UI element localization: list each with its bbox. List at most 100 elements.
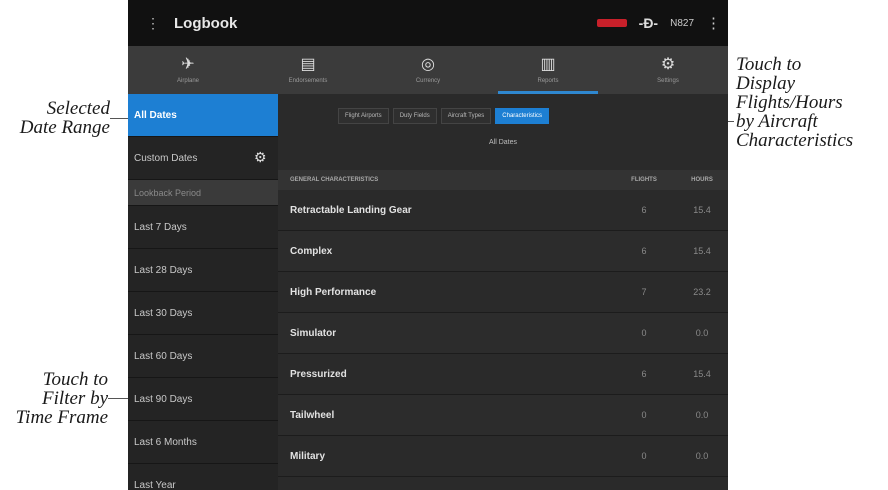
segment-characteristics[interactable]: Characteristics <box>495 108 549 124</box>
column-header-flights: FLIGHTS <box>631 177 657 183</box>
row-flights: 6 <box>641 246 647 256</box>
sidebar-item-label: Last 6 Months <box>134 436 197 448</box>
tab-airplane[interactable]: ✈ Airplane <box>128 46 248 94</box>
row-name: Complex <box>290 245 333 257</box>
sidebar-item-label: Last 90 Days <box>134 393 193 405</box>
leader-line <box>110 118 130 119</box>
row-flights: 0 <box>641 451 647 461</box>
tab-bar: ✈ Airplane ▤ Endorsements ◎ Currency ▥ R… <box>128 46 728 94</box>
leader-line <box>108 398 130 399</box>
report-segment-control: Flight Airports Duty Fields Aircraft Typ… <box>338 108 549 124</box>
row-hours: 15.4 <box>693 205 711 215</box>
tail-number[interactable]: N827 <box>670 18 694 29</box>
table-row[interactable]: Simulator 0 0.0 <box>278 313 728 354</box>
sidebar-item-last-30-days[interactable]: Last 30 Days <box>128 292 278 335</box>
callout-line: Date Range <box>19 117 110 138</box>
callout-selected-date-range: Selected Date Range <box>10 99 110 137</box>
column-header-name: GENERAL CHARACTERISTICS <box>290 177 379 183</box>
sidebar-item-last-7-days[interactable]: Last 7 Days <box>128 206 278 249</box>
table-row[interactable]: Complex 6 15.4 <box>278 231 728 272</box>
row-flights: 7 <box>641 287 647 297</box>
airplane-icon: ✈ <box>181 56 195 73</box>
row-hours: 0.0 <box>695 410 709 420</box>
sidebar-item-label: Last 7 Days <box>134 221 187 233</box>
row-name: Retractable Landing Gear <box>290 204 412 216</box>
top-right-controls: -Ð- N827 ⋮ <box>596 0 721 46</box>
gear-icon: ⚙ <box>660 56 676 73</box>
callout-line: Characteristics <box>736 130 854 151</box>
database-connect-icon[interactable]: -Ð- <box>639 15 658 31</box>
row-hours: 0.0 <box>695 451 709 461</box>
sidebar-item-last-90-days[interactable]: Last 90 Days <box>128 378 278 421</box>
tab-endorsements[interactable]: ▤ Endorsements <box>248 46 368 94</box>
table-row[interactable]: High Performance 7 23.2 <box>278 272 728 313</box>
chart-icon: ▥ <box>540 56 556 73</box>
callout-line: Filter by <box>42 388 108 409</box>
date-range-label: All Dates <box>488 139 517 146</box>
document-icon: ▤ <box>300 56 316 73</box>
tab-label: Endorsements <box>288 78 328 84</box>
row-name: Simulator <box>290 327 337 339</box>
callout-line: Touch to <box>42 369 108 390</box>
characteristics-table: Retractable Landing Gear 6 15.4 Complex … <box>278 190 728 477</box>
tab-currency[interactable]: ◎ Currency <box>368 46 488 94</box>
status-badge[interactable] <box>596 19 627 27</box>
row-hours: 0.0 <box>695 328 709 338</box>
callout-line: Time Frame <box>15 407 108 428</box>
tab-settings[interactable]: ⚙ Settings <box>608 46 728 94</box>
callout-line: Flights/Hours <box>736 92 843 113</box>
sidebar-section-header: Lookback Period <box>128 180 278 206</box>
row-name: Pressurized <box>290 368 347 380</box>
sidebar-item-label: All Dates <box>134 109 177 121</box>
sidebar-item-label: Last Year <box>134 479 176 490</box>
overflow-menu-icon[interactable]: ⋮ <box>706 14 721 32</box>
sidebar-item-last-year[interactable]: Last Year <box>128 464 278 490</box>
sidebar-item-label: Last 60 Days <box>134 350 193 362</box>
callout-line: Selected <box>46 98 110 119</box>
sidebar-item-label: Last 30 Days <box>134 307 193 319</box>
row-name: Military <box>290 450 326 462</box>
tab-label: Settings <box>657 78 679 84</box>
segment-flight-airports[interactable]: Flight Airports <box>338 108 389 124</box>
segment-duty-fields[interactable]: Duty Fields <box>392 108 437 124</box>
tab-label: Airplane <box>176 78 199 84</box>
table-row[interactable]: Tailwheel 0 0.0 <box>278 395 728 436</box>
date-filter-sidebar: All Dates Custom Dates ⚙ Lookback Period… <box>128 94 278 490</box>
table-row[interactable]: Retractable Landing Gear 6 15.4 <box>278 190 728 231</box>
compass-icon: ◎ <box>421 56 435 73</box>
callout-line: by Aircraft <box>736 111 818 132</box>
logbook-app: ⋮ Logbook -Ð- N827 ⋮ ✈ Airplane ▤ Endors… <box>128 0 728 490</box>
sidebar-item-label: Last 28 Days <box>134 264 193 276</box>
sidebar-item-custom-dates[interactable]: Custom Dates ⚙ <box>128 137 278 180</box>
gear-icon[interactable]: ⚙ <box>254 150 268 164</box>
sidebar-item-label: Custom Dates <box>134 152 198 164</box>
segment-aircraft-types[interactable]: Aircraft Types <box>440 108 492 124</box>
callout-filter-time-frame: Touch to Filter by Time Frame <box>0 370 108 427</box>
callout-line: Display <box>736 73 796 94</box>
row-hours: 15.4 <box>693 369 711 379</box>
sidebar-header-label: Lookback Period <box>134 187 202 198</box>
callout-line: Touch to <box>736 54 802 75</box>
row-name: High Performance <box>290 286 377 298</box>
row-flights: 6 <box>641 369 647 379</box>
sidebar-item-all-dates[interactable]: All Dates <box>128 94 278 137</box>
report-panel: Flight Airports Duty Fields Aircraft Typ… <box>278 94 728 490</box>
row-hours: 23.2 <box>693 287 711 297</box>
column-header-hours: HOURS <box>691 177 713 183</box>
row-hours: 15.4 <box>693 246 711 256</box>
table-header: GENERAL CHARACTERISTICS FLIGHTS HOURS <box>278 170 728 190</box>
sidebar-item-last-6-months[interactable]: Last 6 Months <box>128 421 278 464</box>
table-row[interactable]: Pressurized 6 15.4 <box>278 354 728 395</box>
tab-reports[interactable]: ▥ Reports <box>488 46 608 94</box>
table-row[interactable]: Military 0 0.0 <box>278 436 728 477</box>
row-flights: 0 <box>641 328 647 338</box>
menu-icon[interactable]: ⋮ <box>146 15 166 32</box>
tab-label: Currency <box>415 78 441 84</box>
row-name: Tailwheel <box>290 409 335 421</box>
row-flights: 0 <box>641 410 647 420</box>
tab-label: Reports <box>537 78 559 84</box>
callout-display-flights: Touch to Display Flights/Hours by Aircra… <box>736 55 886 150</box>
sidebar-item-last-28-days[interactable]: Last 28 Days <box>128 249 278 292</box>
app-title: Logbook <box>174 14 238 32</box>
sidebar-item-last-60-days[interactable]: Last 60 Days <box>128 335 278 378</box>
